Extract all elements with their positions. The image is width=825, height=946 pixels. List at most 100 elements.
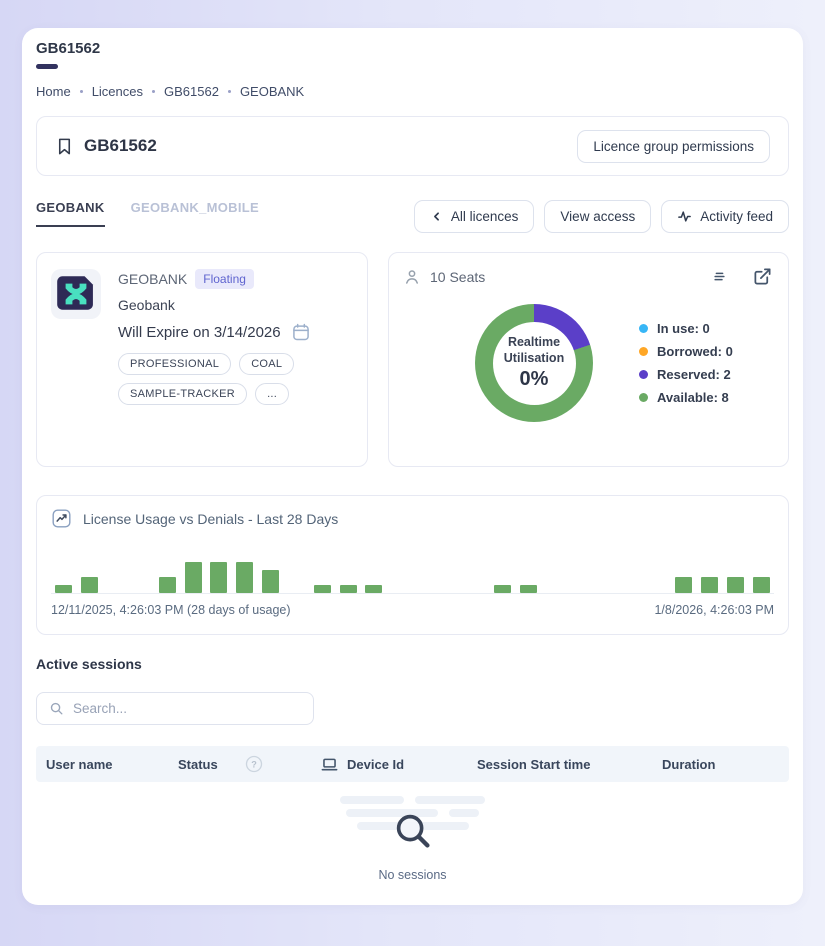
tab-geobank[interactable]: GEOBANK: [36, 200, 105, 227]
breadcrumb-gb61562[interactable]: GB61562: [164, 84, 219, 99]
usage-bar: [365, 585, 383, 593]
line-chart-icon: [51, 508, 72, 529]
usage-bars: [51, 538, 774, 594]
cards-row: GEOBANK Floating Geobank Will Expire on …: [36, 252, 789, 467]
sessions-table-header: User name Status ? Device Id Session Sta…: [36, 746, 789, 782]
product-subtitle: Geobank: [118, 297, 175, 313]
all-licences-label: All licences: [450, 209, 519, 224]
active-sessions-heading: Active sessions: [36, 656, 142, 672]
product-info: GEOBANK Floating Geobank Will Expire on …: [118, 269, 353, 405]
usage-bar-slot: [748, 538, 774, 593]
legend-in-use: In use: 0: [639, 321, 733, 336]
title-underline: [36, 64, 58, 69]
legend-dot-reserved: [639, 370, 648, 379]
donut-label-line1: Realtime: [507, 335, 561, 350]
donut-label-line2: Utilisation: [503, 351, 565, 365]
activity-feed-button[interactable]: Activity feed: [661, 200, 789, 233]
breadcrumb-geobank: GEOBANK: [239, 84, 305, 99]
usage-bar-slot: [568, 538, 594, 593]
legend-dot-in-use: [639, 324, 648, 333]
usage-bar: [726, 577, 744, 593]
tag-professional[interactable]: PROFESSIONAL: [118, 353, 232, 375]
usage-bar-slot: [387, 538, 413, 593]
legend-label-available: Available: 8: [657, 390, 729, 405]
usage-bar-slot: [335, 538, 361, 593]
legend-label-reserved: Reserved: 2: [657, 367, 731, 382]
all-licences-button[interactable]: All licences: [413, 200, 535, 233]
donut-center: Realtime Utilisation 0%: [492, 321, 576, 405]
search-input[interactable]: [73, 701, 301, 716]
usage-bar-slot: [77, 538, 103, 593]
usage-end-date: 1/8/2026, 4:26:03 PM: [654, 603, 774, 617]
empty-state: No sessions: [36, 796, 789, 882]
legend-reserved: Reserved: 2: [639, 367, 733, 382]
floating-badge: Floating: [195, 269, 254, 289]
licence-group-permissions-button[interactable]: Licence group permissions: [577, 129, 770, 163]
usage-bar: [236, 562, 254, 593]
page-title: GB61562: [36, 40, 101, 57]
usage-bar-slot: [180, 538, 206, 593]
module-tags: PROFESSIONAL COAL SAMPLE-TRACKER ...: [118, 353, 353, 405]
usage-bar-slot: [645, 538, 671, 593]
breadcrumb-separator: [79, 90, 83, 93]
column-duration: Duration: [662, 756, 716, 772]
svg-text:?: ?: [251, 759, 257, 769]
usage-bar: [81, 577, 99, 593]
legend-dot-available: [639, 393, 648, 402]
breadcrumb-home[interactable]: Home: [36, 84, 71, 99]
legend-dot-borrowed: [639, 347, 648, 356]
activity-feed-label: Activity feed: [700, 209, 773, 224]
laptop-icon: [320, 755, 339, 774]
usage-bar: [752, 577, 770, 593]
product-name: GEOBANK: [118, 271, 188, 287]
usage-bar: [262, 570, 280, 593]
usage-bar-slot: [51, 538, 77, 593]
tab-geobank-mobile[interactable]: GEOBANK_MOBILE: [131, 200, 259, 225]
empty-illustration: [325, 796, 501, 852]
usage-bar-slot: [542, 538, 568, 593]
usage-bar-slot: [490, 538, 516, 593]
usage-bar-slot: [309, 538, 335, 593]
breadcrumb-separator: [227, 90, 231, 93]
seats-card: 10 Seats Realtime Utilisation 0% In use:…: [388, 252, 789, 467]
breadcrumb-licences[interactable]: Licences: [92, 84, 143, 99]
usage-bar-slot: [619, 538, 645, 593]
search-icon: [49, 701, 64, 716]
usage-start-date: 12/11/2025, 4:26:03 PM (28 days of usage…: [51, 603, 291, 617]
activity-icon: [677, 209, 692, 224]
usage-bar-slot: [697, 538, 723, 593]
breadcrumb: Home Licences GB61562 GEOBANK: [36, 84, 789, 99]
tag-sample-tracker[interactable]: SAMPLE-TRACKER: [118, 383, 248, 405]
tag-coal[interactable]: COAL: [239, 353, 295, 375]
column-user-name: User name: [46, 756, 113, 772]
usage-bar-slot: [671, 538, 697, 593]
calendar-icon: [291, 322, 311, 342]
usage-bar-slot: [206, 538, 232, 593]
view-access-button[interactable]: View access: [544, 200, 652, 233]
magnifier-icon: [390, 808, 436, 859]
no-sessions-text: No sessions: [378, 868, 447, 882]
status-help-icon[interactable]: ?: [244, 754, 320, 774]
usage-bar: [494, 585, 512, 593]
usage-bar-slot: [232, 538, 258, 593]
usage-bar-slot: [464, 538, 490, 593]
tag-more[interactable]: ...: [255, 383, 290, 405]
usage-bar: [184, 562, 202, 593]
breadcrumb-separator: [152, 90, 155, 93]
external-link-icon[interactable]: [751, 265, 774, 288]
toolbar: All licences View access Activity feed: [413, 200, 789, 233]
sessions-search[interactable]: [36, 692, 314, 725]
licence-group-title: GB61562: [84, 136, 157, 155]
usage-bar-slot: [258, 538, 284, 593]
tabs-row: GEOBANK GEOBANK_MOBILE All licences View…: [36, 200, 789, 233]
usage-bar-slot: [516, 538, 542, 593]
person-icon: [403, 268, 421, 286]
geobank-logo-icon: [51, 269, 101, 319]
usage-bar: [158, 577, 176, 593]
usage-bar: [701, 577, 719, 593]
realtime-utilisation-donut: Realtime Utilisation 0%: [475, 304, 593, 422]
usage-bar-slot: [283, 538, 309, 593]
licence-group-card: GB61562 Licence group permissions: [36, 116, 789, 176]
chart-menu-icon[interactable]: [710, 267, 729, 286]
seats-title: 10 Seats: [430, 268, 486, 285]
